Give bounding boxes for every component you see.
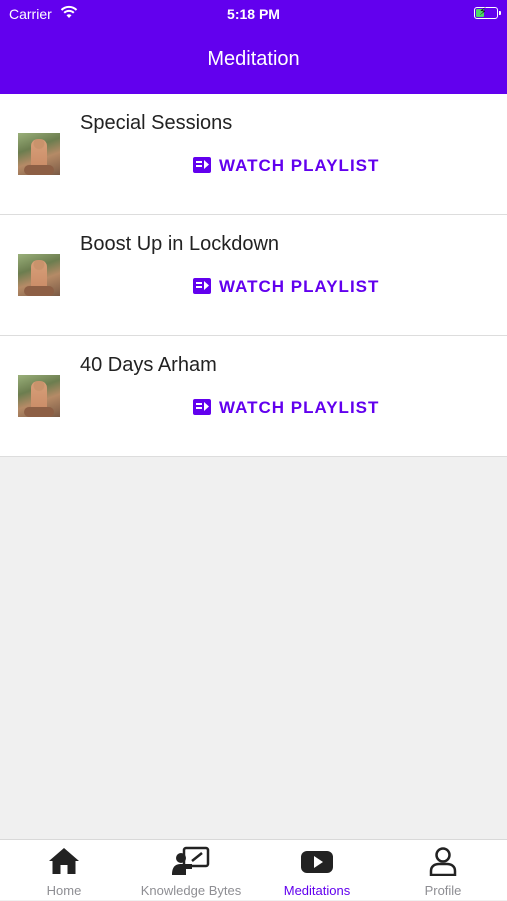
battery-icon: ⚡ [474,6,501,19]
youtube-play-icon [301,851,333,873]
playlist-thumbnail [18,133,60,175]
watch-playlist-label: WATCH PLAYLIST [219,398,380,417]
tab-label: Meditations [283,883,351,898]
playlist-icon [193,157,211,173]
tab-label: Profile [424,883,462,898]
tab-home[interactable]: Home [1,840,127,901]
bottom-tab-bar: Home Knowledge Bytes Meditations Profile [0,839,507,900]
watch-playlist-label: WATCH PLAYLIST [219,277,380,296]
playlist-title: 40 Days Arham [80,354,217,376]
charging-bolt-icon: ⚡ [479,6,487,18]
playlist-title: Boost Up in Lockdown [80,233,280,255]
playlist-list: Special Sessions WATCH PLAYLIST Boost Up… [0,94,507,457]
watch-playlist-label: WATCH PLAYLIST [219,156,380,175]
playlist-row[interactable]: Special Sessions WATCH PLAYLIST [0,94,507,215]
user-outline-icon [429,847,457,876]
playlist-row[interactable]: 40 Days Arham WATCH PLAYLIST [0,336,507,457]
status-bar: Carrier 5:18 PM ⚡ [0,0,507,28]
playlist-thumbnail [18,254,60,296]
playlist-icon [193,399,211,415]
home-icon [49,848,79,874]
playlist-thumbnail [18,375,60,417]
status-time: 5:18 PM [227,6,280,22]
app-header: Carrier 5:18 PM ⚡ Meditation [0,0,507,94]
playlist-icon [193,278,211,294]
tab-label: Knowledge Bytes [140,883,242,898]
playlist-row[interactable]: Boost Up in Lockdown WATCH PLAYLIST [0,215,507,336]
tab-meditations[interactable]: Meditations [254,840,380,901]
page-title: Meditation [207,48,300,70]
tab-label: Home [46,883,82,898]
tab-knowledge-bytes[interactable]: Knowledge Bytes [128,840,254,901]
tab-profile[interactable]: Profile [380,840,506,901]
presenter-board-icon [172,846,210,875]
playlist-title: Special Sessions [80,112,233,134]
